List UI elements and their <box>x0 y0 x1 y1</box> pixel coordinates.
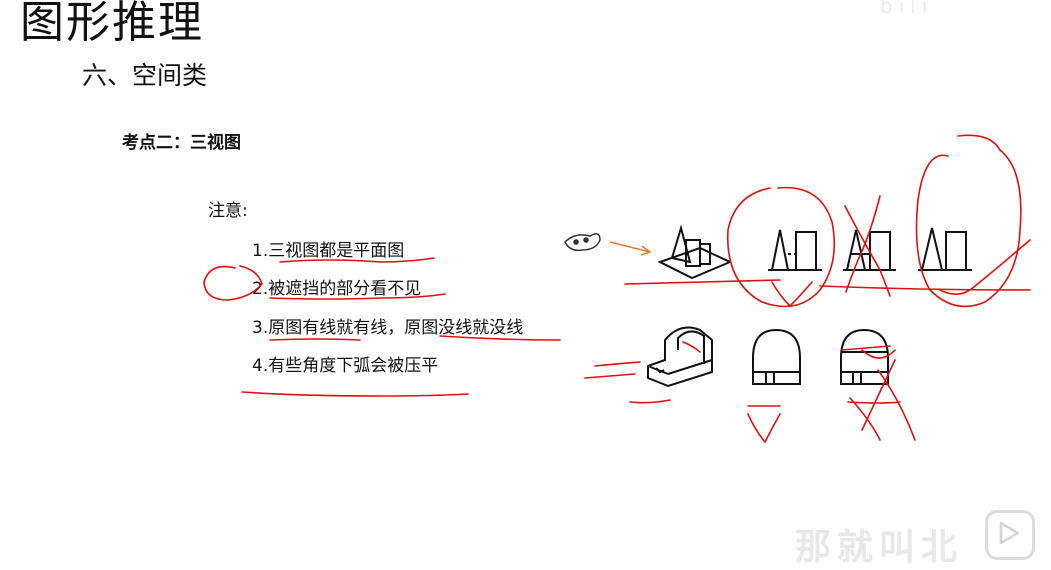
orange-arrow-icon <box>609 241 652 256</box>
play-button[interactable] <box>985 510 1035 560</box>
arch-view-2 <box>840 328 889 385</box>
bracket-solid-figure <box>647 326 713 388</box>
three-view-diagrams <box>203 134 1031 444</box>
view-option-3 <box>918 227 972 271</box>
play-icon <box>999 522 1019 544</box>
cartoon-pointer-icon <box>564 233 601 252</box>
view-option-1 <box>768 229 822 271</box>
isometric-solid-figure <box>657 224 733 280</box>
red-annotation-strokes <box>203 134 1031 444</box>
arch-view-1 <box>752 328 801 385</box>
